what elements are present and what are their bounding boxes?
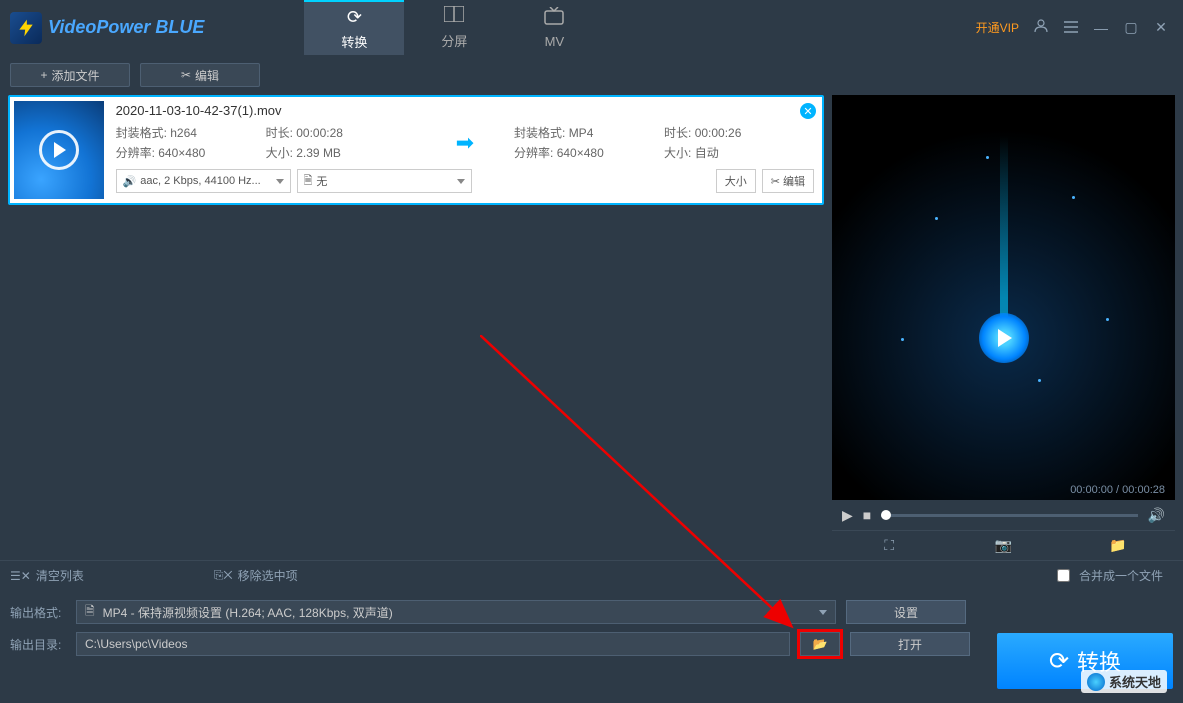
source-info-2: 时长: 00:00:28 大小: 2.39 MB — [266, 124, 416, 161]
speaker-icon: 🔊 — [123, 175, 137, 188]
user-icon[interactable] — [1033, 19, 1049, 36]
preview-tools: ⛶ 📷 📁 — [832, 530, 1175, 560]
titlebar: VideoPower BLUE ⟳ 转换 分屏 MV 开通VIP — ▢ ✕ — [0, 0, 1183, 55]
output-format-dropdown[interactable]: 🗎 MP4 - 保持源视频设置 (H.264; AAC, 128Kbps, 双声… — [76, 600, 836, 624]
close-icon[interactable]: ✕ — [1153, 19, 1169, 36]
chevron-down-icon — [457, 179, 465, 184]
progress-bar[interactable] — [881, 514, 1137, 517]
menu-icon[interactable] — [1063, 20, 1079, 36]
chevron-down-icon — [276, 179, 284, 184]
list-actions-bar: ☰✕ 清空列表 ⎘✕ 移除选中项 合并成一个文件 — [0, 560, 1183, 590]
file-controls: 🔊 aac, 2 Kbps, 44100 Hz... 🗎 无 大小 ✂ 编辑 — [116, 169, 814, 193]
edit-file-button[interactable]: ✂ 编辑 — [762, 169, 814, 193]
remove-file-button[interactable]: ✕ — [800, 103, 816, 119]
open-button[interactable]: 打开 — [850, 632, 970, 656]
progress-knob[interactable] — [881, 510, 891, 520]
preview-play-icon — [979, 313, 1029, 363]
crop-icon[interactable]: ⛶ — [832, 537, 946, 554]
minimize-icon[interactable]: — — [1093, 20, 1109, 36]
toolbar: + 添加文件 ✂ 编辑 — [0, 55, 1183, 95]
size-button[interactable]: 大小 — [716, 169, 756, 193]
main-area: 2020-11-03-10-42-37(1).mov ✕ 封装格式: h264 … — [0, 95, 1183, 560]
snapshot-icon[interactable]: 📷 — [946, 537, 1060, 554]
file-card-body: 2020-11-03-10-42-37(1).mov ✕ 封装格式: h264 … — [108, 97, 822, 203]
add-file-button[interactable]: + 添加文件 — [10, 63, 130, 87]
vip-link[interactable]: 开通VIP — [976, 19, 1019, 36]
output-format-label: 输出格式: — [10, 604, 66, 621]
file-list: 2020-11-03-10-42-37(1).mov ✕ 封装格式: h264 … — [0, 95, 832, 560]
scissors-icon: ✂ — [771, 175, 780, 188]
settings-button[interactable]: 设置 — [846, 600, 966, 624]
watermark-icon — [1087, 673, 1105, 691]
tab-mv[interactable]: MV — [504, 0, 604, 55]
watermark: 系统天地 — [1081, 670, 1167, 693]
play-overlay-icon — [39, 130, 79, 170]
play-button[interactable]: ▶ — [842, 507, 853, 524]
scissors-icon: ✂ — [181, 68, 191, 82]
remove-icon: ⎘✕ — [214, 568, 233, 583]
file-name: 2020-11-03-10-42-37(1).mov — [116, 103, 814, 118]
player-controls: ▶ ■ 🔊 — [832, 500, 1175, 530]
browse-folder-button[interactable]: 📂 — [800, 632, 840, 656]
logo-area: VideoPower BLUE — [0, 12, 214, 44]
chevron-down-icon — [819, 610, 827, 615]
file-card[interactable]: 2020-11-03-10-42-37(1).mov ✕ 封装格式: h264 … — [8, 95, 824, 205]
preview-panel: 00:00:00 / 00:00:28 ▶ ■ 🔊 ⛶ 📷 📁 — [832, 95, 1175, 560]
output-dir-field[interactable]: C:\Users\pc\Videos — [76, 632, 790, 656]
split-icon — [444, 6, 464, 27]
main-tabs: ⟳ 转换 分屏 MV — [304, 0, 604, 55]
time-display: 00:00:00 / 00:00:28 — [1070, 484, 1165, 496]
window-controls: 开通VIP — ▢ ✕ — [976, 19, 1183, 36]
refresh-icon: ⟳ — [1049, 647, 1069, 676]
plus-icon: + — [40, 68, 47, 82]
edit-button[interactable]: ✂ 编辑 — [140, 63, 260, 87]
clear-icon: ☰✕ — [10, 569, 31, 583]
clear-list-button[interactable]: ☰✕ 清空列表 — [10, 567, 84, 584]
preview-video[interactable]: 00:00:00 / 00:00:28 — [832, 95, 1175, 500]
subtitle-dropdown[interactable]: 🗎 无 — [297, 169, 472, 193]
format-icon: 🗎 — [85, 602, 95, 623]
app-title: VideoPower BLUE — [48, 17, 204, 38]
folder-open-icon: 📂 — [813, 637, 828, 651]
remove-selected-button[interactable]: ⎘✕ 移除选中项 — [214, 567, 298, 584]
mv-icon — [544, 7, 564, 30]
folder-icon[interactable]: 📁 — [1061, 537, 1175, 554]
subtitle-icon: 🗎 — [304, 172, 313, 191]
tab-split[interactable]: 分屏 — [404, 0, 504, 55]
tab-convert[interactable]: ⟳ 转换 — [304, 0, 404, 55]
convert-icon: ⟳ — [347, 7, 362, 28]
output-dir-label: 输出目录: — [10, 636, 66, 653]
audio-track-dropdown[interactable]: 🔊 aac, 2 Kbps, 44100 Hz... — [116, 169, 291, 193]
merge-checkbox-input[interactable] — [1057, 569, 1070, 582]
merge-checkbox[interactable]: 合并成一个文件 — [1057, 567, 1163, 584]
target-info-2: 时长: 00:00:26 大小: 自动 — [664, 124, 814, 161]
source-info: 封装格式: h264 分辨率: 640×480 — [116, 124, 256, 161]
maximize-icon[interactable]: ▢ — [1123, 19, 1139, 36]
file-thumbnail[interactable] — [14, 101, 104, 199]
target-info: 封装格式: MP4 分辨率: 640×480 — [514, 124, 654, 161]
arrow-right-icon: ➡ — [456, 130, 474, 156]
app-logo-icon — [10, 12, 42, 44]
file-info: 封装格式: h264 分辨率: 640×480 时长: 00:00:28 大小:… — [116, 124, 814, 161]
stop-button[interactable]: ■ — [863, 507, 871, 523]
volume-icon[interactable]: 🔊 — [1148, 507, 1165, 524]
